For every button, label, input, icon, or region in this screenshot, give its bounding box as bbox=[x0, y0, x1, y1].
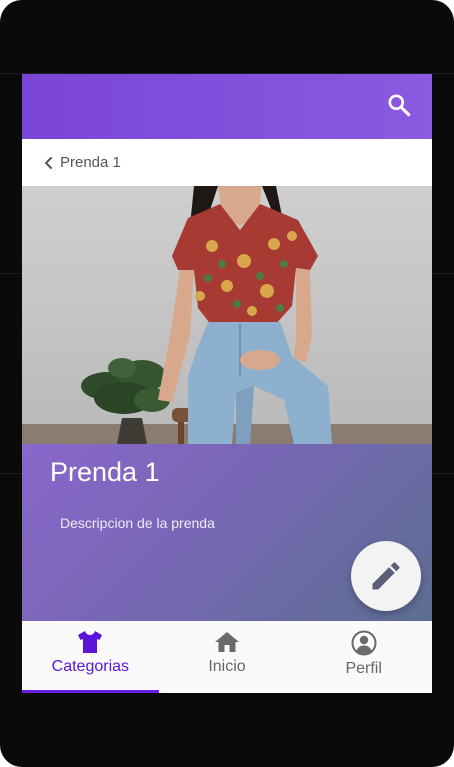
phone-frame: Prenda 1 Prenda 1 Descripcion de la pren… bbox=[0, 0, 454, 767]
search-icon bbox=[388, 94, 411, 117]
app-bar bbox=[22, 74, 432, 139]
app-screen: Prenda 1 Prenda 1 Descripcion de la pren… bbox=[22, 74, 432, 693]
photo-illustration bbox=[22, 186, 432, 444]
nav-label: Categorias bbox=[51, 658, 130, 675]
nav-item-perfil[interactable]: Perfil bbox=[295, 621, 432, 693]
nav-item-categorias[interactable]: Categorias bbox=[22, 621, 159, 693]
user-circle-icon bbox=[351, 630, 377, 656]
back-button[interactable]: Prenda 1 bbox=[44, 154, 121, 171]
bottom-navigation: Categorias Inicio Perfil bbox=[22, 621, 432, 693]
pencil-icon bbox=[372, 562, 400, 590]
nav-label: Perfil bbox=[345, 660, 382, 677]
home-icon bbox=[215, 632, 239, 652]
breadcrumb: Prenda 1 bbox=[22, 139, 432, 186]
breadcrumb-label: Prenda 1 bbox=[60, 154, 121, 171]
tshirt-icon bbox=[78, 631, 103, 653]
edit-button[interactable] bbox=[351, 541, 421, 611]
nav-label: Inicio bbox=[208, 658, 246, 675]
search-button[interactable] bbox=[384, 90, 414, 120]
nav-item-inicio[interactable]: Inicio bbox=[159, 621, 296, 693]
chevron-left-icon bbox=[45, 156, 52, 169]
item-title: Prenda 1 bbox=[50, 457, 160, 487]
product-photo bbox=[22, 186, 432, 444]
item-description: Descripcion de la prenda bbox=[60, 515, 215, 531]
active-tab-indicator bbox=[22, 690, 159, 693]
